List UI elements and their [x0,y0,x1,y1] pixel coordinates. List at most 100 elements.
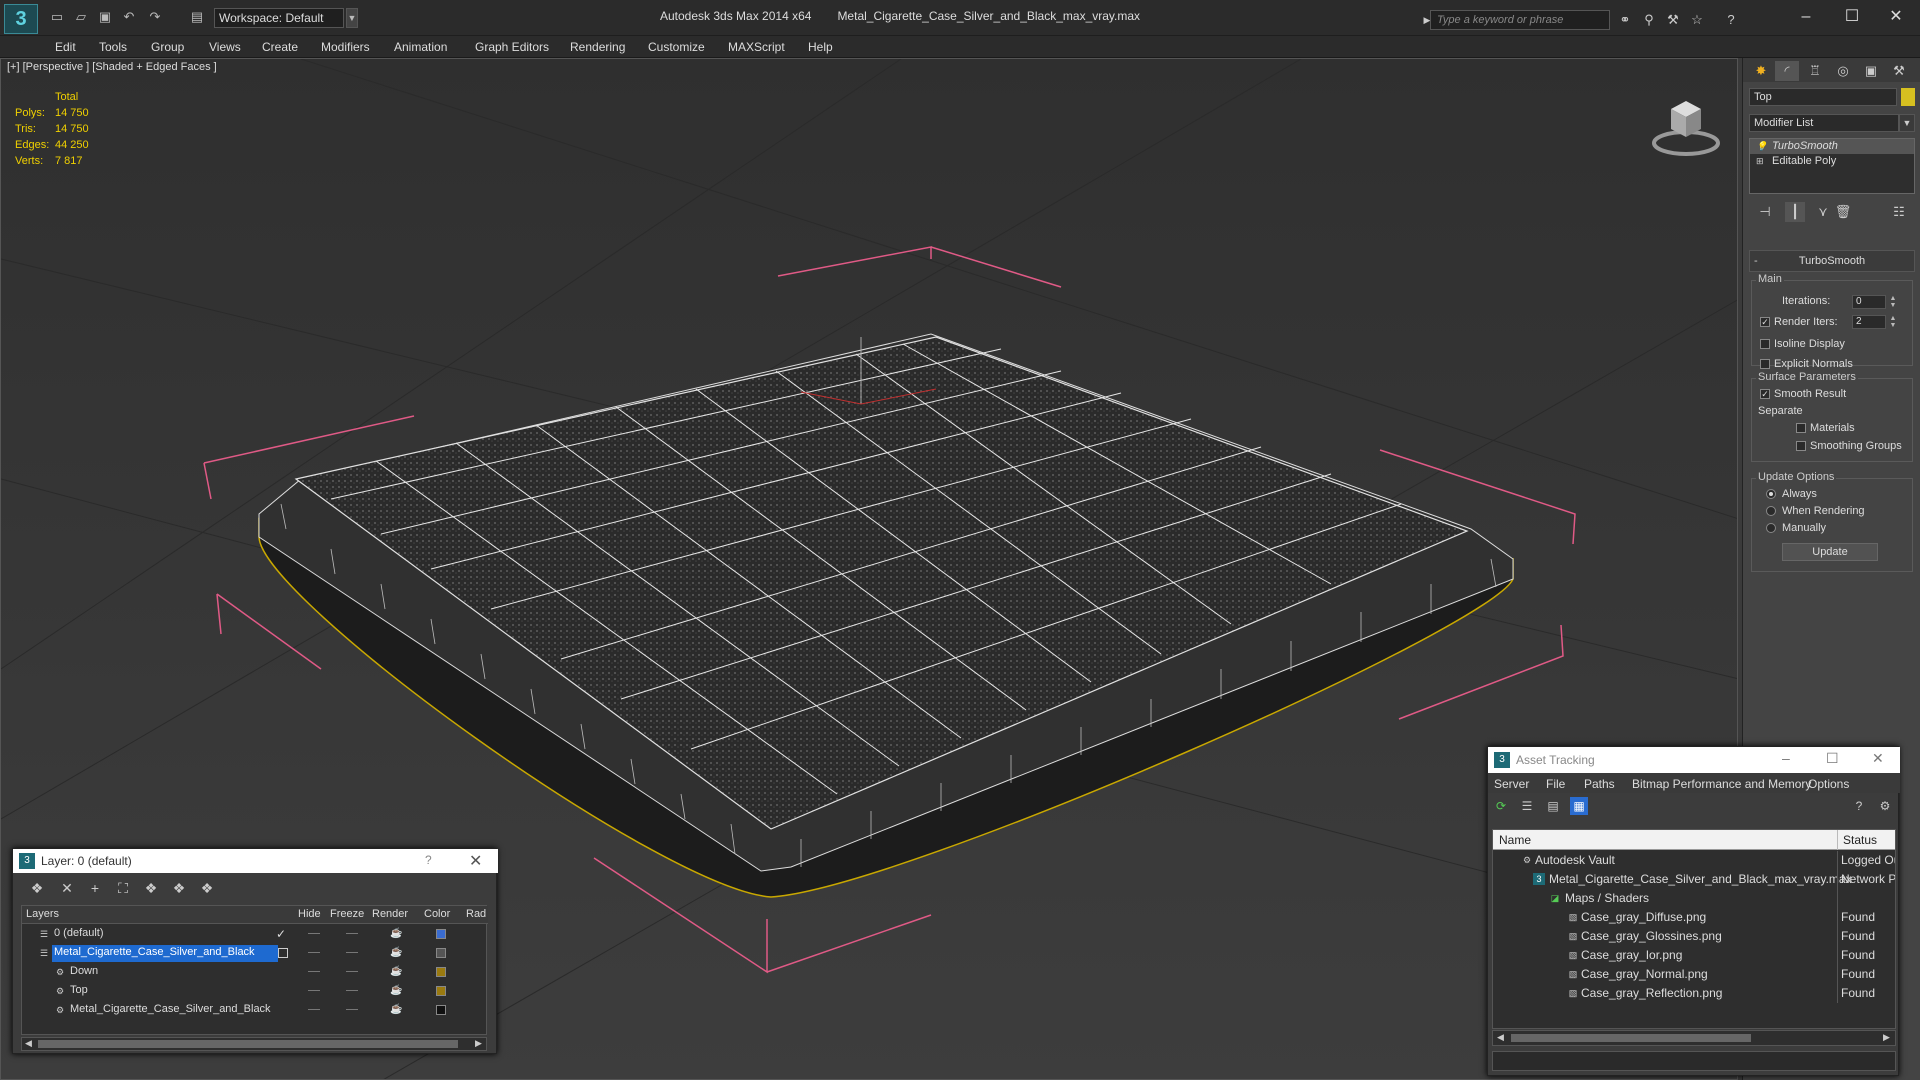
smooth-result-checkbox[interactable]: ✓ [1760,389,1770,399]
hide-toggle[interactable] [308,971,320,972]
col-radiosity[interactable]: Rad [466,908,486,920]
layer-horizontal-scrollbar[interactable]: ◀ ▶ [21,1037,487,1051]
asset-row[interactable]: 3 Metal_Cigarette_Case_Silver_and_Black_… [1493,870,1895,889]
stack-item-turbosmooth[interactable]: 💡 TurboSmooth [1750,139,1914,154]
freeze-toggle[interactable] [346,933,358,934]
object-color-swatch[interactable] [1901,88,1915,106]
favorites-star-icon[interactable]: ☆ [1688,11,1706,29]
layer-color-swatch[interactable] [436,967,446,977]
asset-row[interactable]: ▧ Case_gray_Diffuse.png Found [1493,908,1895,927]
help-icon[interactable]: ? [1722,11,1740,29]
menu-animation[interactable]: Animation [394,40,447,54]
hierarchy-tab-icon[interactable]: ♖ [1803,61,1827,81]
workspace-dropdown[interactable]: Workspace: Default [214,8,344,28]
new-layer-icon[interactable]: ❖ [27,879,47,897]
render-teapot-icon[interactable]: ☕ [390,985,402,997]
asset-path-field[interactable] [1492,1051,1896,1071]
make-unique-icon[interactable]: ⋎ [1813,202,1833,222]
freeze-toggle[interactable] [346,990,358,991]
menu-graph-editors[interactable]: Graph Editors [475,40,549,54]
menu-customize[interactable]: Customize [648,40,705,54]
close-icon[interactable]: ✕ [469,851,482,871]
menu-file[interactable]: File [1546,777,1565,791]
layer-color-swatch[interactable] [436,1005,446,1015]
layer-row[interactable]: ⚙ Top ☕ [22,982,488,1001]
render-iters-spinner[interactable]: 2 [1852,315,1886,329]
save-file-icon[interactable]: ▣ [96,9,114,25]
render-teapot-icon[interactable]: ☕ [390,966,402,978]
render-teapot-icon[interactable]: ☕ [390,1004,402,1016]
col-freeze[interactable]: Freeze [330,908,364,920]
freeze-toggle[interactable] [346,1009,358,1010]
render-iters-checkbox[interactable]: ✓ [1760,317,1770,327]
scroll-thumb[interactable] [1511,1034,1751,1042]
asset-row[interactable]: ▧ Case_gray_Reflection.png Found [1493,984,1895,1003]
layer-row[interactable]: ⚙ Metal_Cigarette_Case_Silver_and_Black … [22,1001,488,1020]
list-view-icon[interactable]: ☰ [1518,797,1536,815]
smoothing-groups-checkbox[interactable] [1796,441,1806,451]
close-icon[interactable]: ✕ [1872,750,1884,767]
hide-toggle[interactable] [308,952,320,953]
update-when-rendering-radio[interactable] [1766,506,1776,516]
scroll-left-icon[interactable]: ◀ [25,1038,32,1049]
menu-tools[interactable]: Tools [99,40,127,54]
render-teapot-icon[interactable]: ☕ [390,947,402,959]
table-view-icon[interactable]: ▦ [1570,797,1588,815]
hide-toggle[interactable] [308,933,320,934]
layer-row[interactable]: ☰ Metal_Cigarette_Case_Silver_and_Black … [22,944,488,963]
select-objects-icon[interactable]: ⛶ [113,879,133,897]
viewcube-icon[interactable] [1651,91,1721,161]
layer-color-swatch[interactable] [436,948,446,958]
scroll-right-icon[interactable]: ▶ [1883,1032,1890,1043]
current-layer-check-icon[interactable]: ✓ [276,927,286,941]
scroll-left-icon[interactable]: ◀ [1497,1032,1504,1043]
detail-view-icon[interactable]: ▤ [1544,797,1562,815]
workspace-dropdown-arrow-icon[interactable]: ▼ [346,8,358,28]
menu-rendering[interactable]: Rendering [570,40,625,54]
asset-horizontal-scrollbar[interactable]: ◀ ▶ [1492,1030,1896,1046]
menu-paths[interactable]: Paths [1584,777,1615,791]
search-input[interactable]: Type a keyword or phrase [1430,10,1610,30]
delete-layer-icon[interactable]: ✕ [57,879,77,897]
iterations-spinner-arrows-icon[interactable]: ▲ ▼ [1888,295,1898,309]
asset-row[interactable]: ▧ Case_gray_Ior.png Found [1493,946,1895,965]
render-iters-spinner-arrows-icon[interactable]: ▲ ▼ [1888,315,1898,329]
minimize-icon[interactable]: – [1786,4,1826,30]
menu-bitmap-performance[interactable]: Bitmap Performance and Memory [1632,777,1811,791]
object-name-field[interactable]: Top [1749,88,1897,106]
viewport-label[interactable]: [+] [Perspective ] [Shaded + Edged Faces… [7,61,217,73]
menu-help[interactable]: Help [808,40,833,54]
help-button[interactable]: ? [425,853,432,867]
menu-server[interactable]: Server [1494,777,1529,791]
refresh-icon[interactable]: ⟳ [1492,797,1510,815]
render-teapot-icon[interactable]: ☕ [390,928,402,940]
layer-color-swatch[interactable] [436,929,446,939]
settings-icon[interactable]: ⚙ [1876,797,1894,815]
menu-views[interactable]: Views [209,40,241,54]
subscription-icon[interactable]: ⚒ [1664,11,1682,29]
col-status[interactable]: Status [1843,833,1877,847]
col-color[interactable]: Color [424,908,450,920]
set-current-box[interactable] [278,948,288,958]
menu-options[interactable]: Options [1808,777,1849,791]
col-hide[interactable]: Hide [298,908,321,920]
modify-tab-icon[interactable]: ◜ [1775,61,1799,81]
layer-row[interactable]: ☰ 0 (default) ✓ ☕ [22,925,488,944]
expand-plus-icon[interactable]: ⊞ [1756,156,1766,166]
separate-materials-checkbox[interactable] [1796,423,1806,433]
pin-stack-icon[interactable]: ⊣ [1755,202,1775,222]
menu-group[interactable]: Group [151,40,184,54]
asset-row[interactable]: ▧ Case_gray_Glossines.png Found [1493,927,1895,946]
close-icon[interactable]: ✕ [1876,4,1916,30]
maximize-icon[interactable]: ☐ [1826,750,1839,767]
create-tab-icon[interactable]: ✸ [1749,61,1773,81]
remove-modifier-icon[interactable]: 🗑 [1833,202,1853,222]
turbosmooth-rollout-header[interactable]: - TurboSmooth [1749,250,1915,272]
menu-create[interactable]: Create [262,40,298,54]
project-folder-icon[interactable]: ▤ [188,9,206,25]
undo-icon[interactable]: ↶ [120,9,138,25]
update-always-radio[interactable] [1766,489,1776,499]
update-manually-radio[interactable] [1766,523,1776,533]
new-file-icon[interactable]: ▭ [48,9,66,25]
col-render[interactable]: Render [372,908,408,920]
